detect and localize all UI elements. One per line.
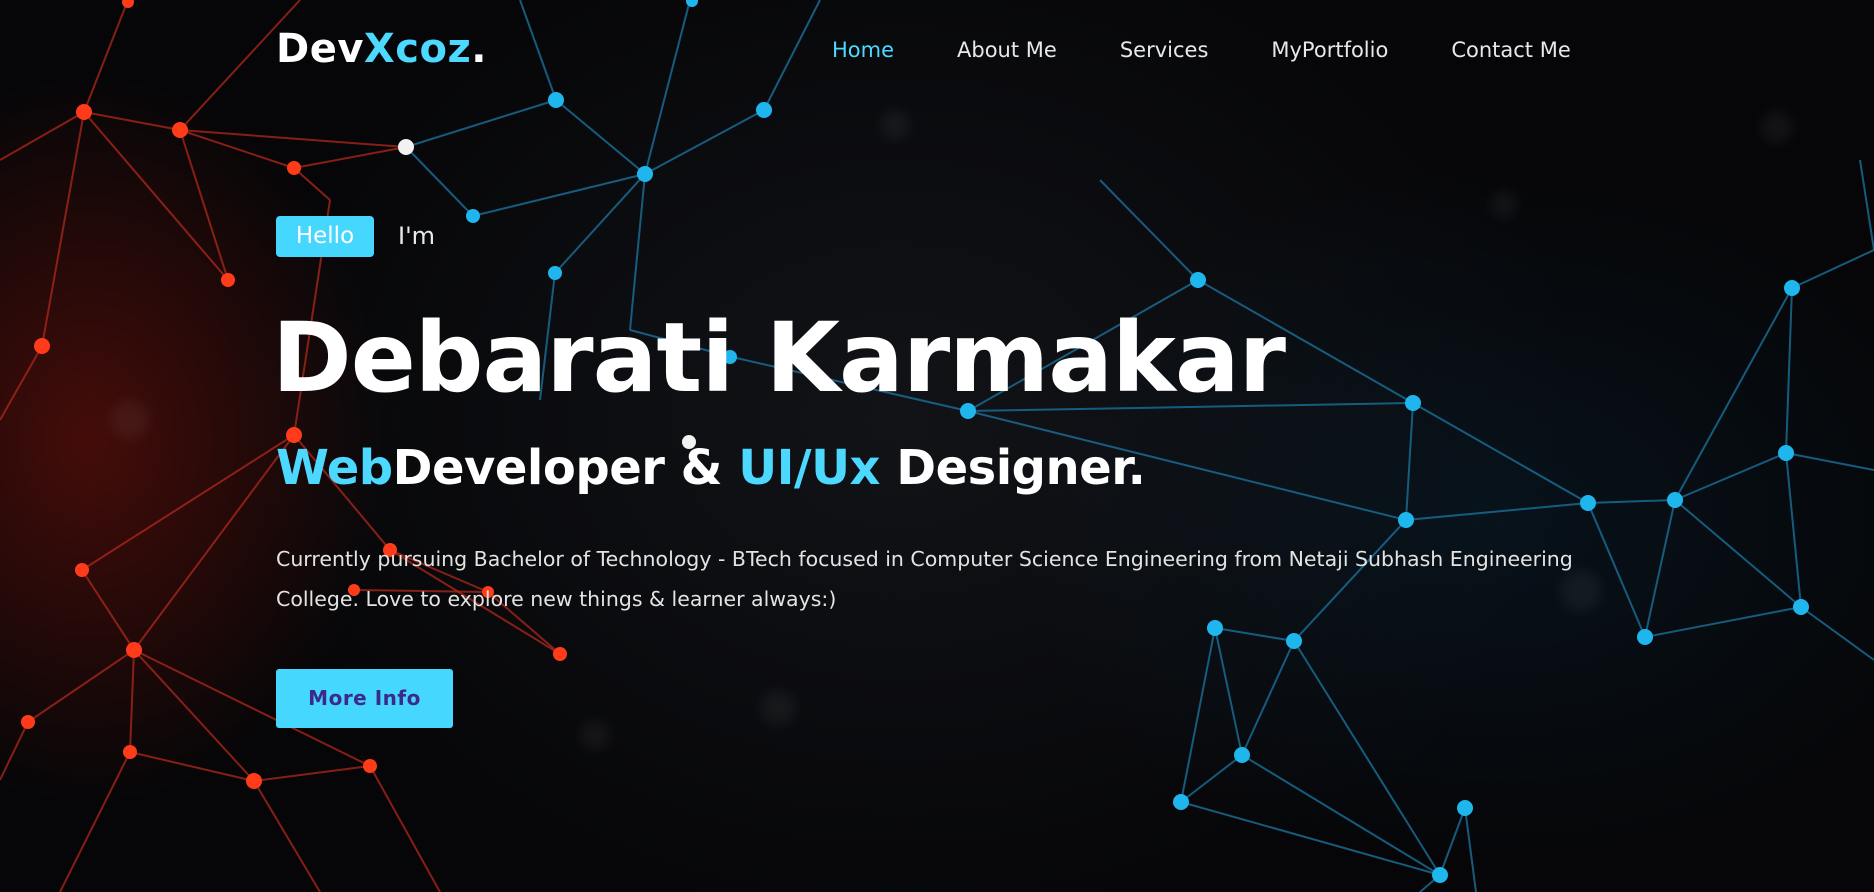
nav-services[interactable]: Services <box>1120 38 1209 62</box>
role-designer: Designer. <box>880 440 1146 496</box>
nav-myportfolio[interactable]: MyPortfolio <box>1271 38 1388 62</box>
hello-badge: Hello <box>276 216 374 257</box>
role-web: Web <box>276 440 393 496</box>
hero-name: Debarati Karmakar <box>272 302 1286 414</box>
nav-about-me[interactable]: About Me <box>957 38 1057 62</box>
hero-background: DevXcoz. Home About Me Services MyPortfo… <box>0 0 1874 892</box>
hero-role: WebDeveloper & UI/Ux Designer. <box>276 436 1146 500</box>
logo-text-dev: Dev <box>276 26 364 72</box>
hero-description: Currently pursuing Bachelor of Technolog… <box>276 547 1573 611</box>
nav-contact-me[interactable]: Contact Me <box>1451 38 1570 62</box>
role-developer: Developer & <box>392 440 739 496</box>
logo-text-dot: . <box>471 26 487 72</box>
nav-home[interactable]: Home <box>832 38 894 62</box>
site-logo[interactable]: DevXcoz. <box>276 26 487 72</box>
intro-text: I'm <box>398 222 436 250</box>
main-nav: Home About Me Services MyPortfolio Conta… <box>832 38 1571 62</box>
role-uiux: UI/Ux <box>738 440 881 496</box>
logo-text-xcoz: Xcoz <box>363 26 472 72</box>
more-info-button[interactable]: More Info <box>276 669 453 728</box>
